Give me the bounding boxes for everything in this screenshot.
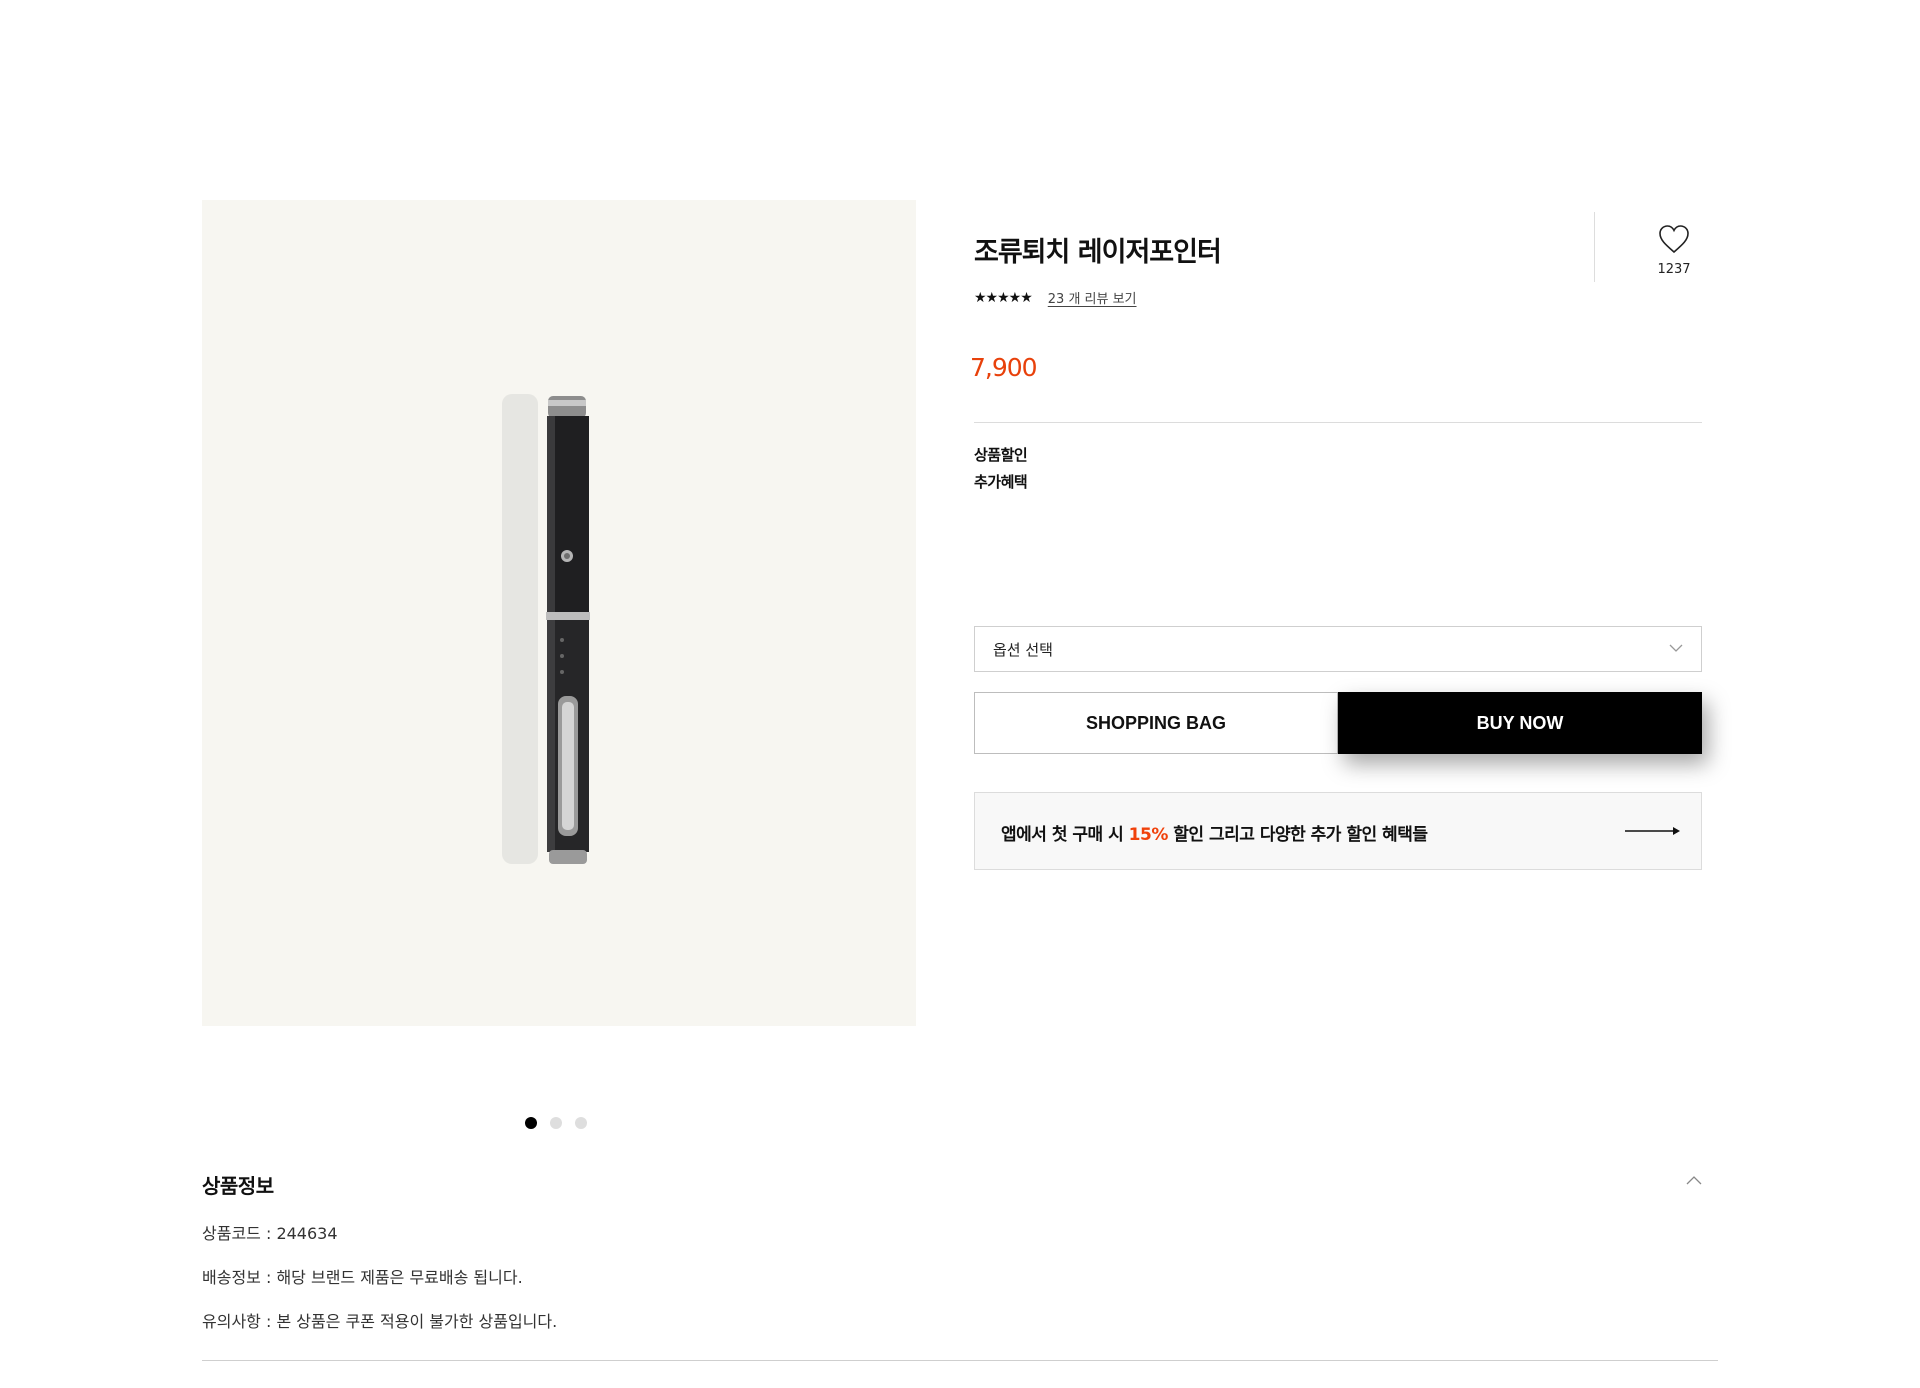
product-code: 상품코드 : 244634 [202, 1224, 338, 1243]
promo-text-before: 앱에서 첫 구매 시 [1001, 825, 1129, 845]
notice-info: 유의사항 : 본 상품은 쿠폰 적용이 불가한 상품입니다. [202, 1312, 558, 1331]
app-promo-banner[interactable]: 앱에서 첫 구매 시 15% 할인 그리고 다양한 추가 할인 혜택들 [974, 792, 1702, 870]
price-divider [974, 422, 1702, 423]
carousel-dot[interactable] [550, 1117, 562, 1129]
section-toggle-button[interactable] [1686, 1170, 1702, 1189]
product-title: 조류퇴치 레이저포인터 [974, 237, 1222, 268]
rating-row: ★★★★★ 23 개 리뷰 보기 [974, 288, 1137, 308]
section-title: 상품정보 [202, 1174, 274, 1198]
benefit-extra: 추가혜택 [974, 473, 1028, 491]
buy-now-button[interactable]: BUY NOW [1338, 692, 1702, 754]
option-select-label: 옵션 선택 [993, 641, 1053, 659]
promo-text: 앱에서 첫 구매 시 15% 할인 그리고 다양한 추가 할인 혜택들 [1001, 820, 1428, 845]
wishlist-button[interactable]: 1237 [1634, 224, 1714, 277]
carousel-dot[interactable] [575, 1117, 587, 1129]
shipping-info: 배송정보 : 해당 브랜드 제품은 무료배송 됩니다. [202, 1268, 523, 1287]
rating-stars: ★★★★★ [974, 289, 1033, 306]
benefit-product-discount: 상품할인 [974, 446, 1028, 464]
section-divider [202, 1360, 1718, 1361]
heart-outline-icon [1659, 225, 1689, 254]
promo-text-after: 할인 그리고 다양한 추가 할인 혜택들 [1167, 825, 1428, 845]
chevron-down-icon [1669, 644, 1683, 652]
product-image[interactable] [202, 200, 916, 1026]
laser-pointer-photo [502, 394, 590, 864]
arrow-right-icon [1625, 827, 1680, 835]
carousel-dots [525, 1117, 587, 1129]
wish-count: 1237 [1657, 262, 1691, 277]
chevron-up-icon [1686, 1176, 1702, 1185]
review-link[interactable]: 23 개 리뷰 보기 [1048, 288, 1137, 307]
wish-divider [1594, 212, 1595, 282]
option-select[interactable]: 옵션 선택 [974, 626, 1702, 672]
promo-highlight: 15% [1128, 825, 1169, 845]
product-price: 7,900 [970, 353, 1038, 382]
carousel-dot[interactable] [525, 1117, 537, 1129]
shopping-bag-button[interactable]: SHOPPING BAG [974, 692, 1338, 754]
